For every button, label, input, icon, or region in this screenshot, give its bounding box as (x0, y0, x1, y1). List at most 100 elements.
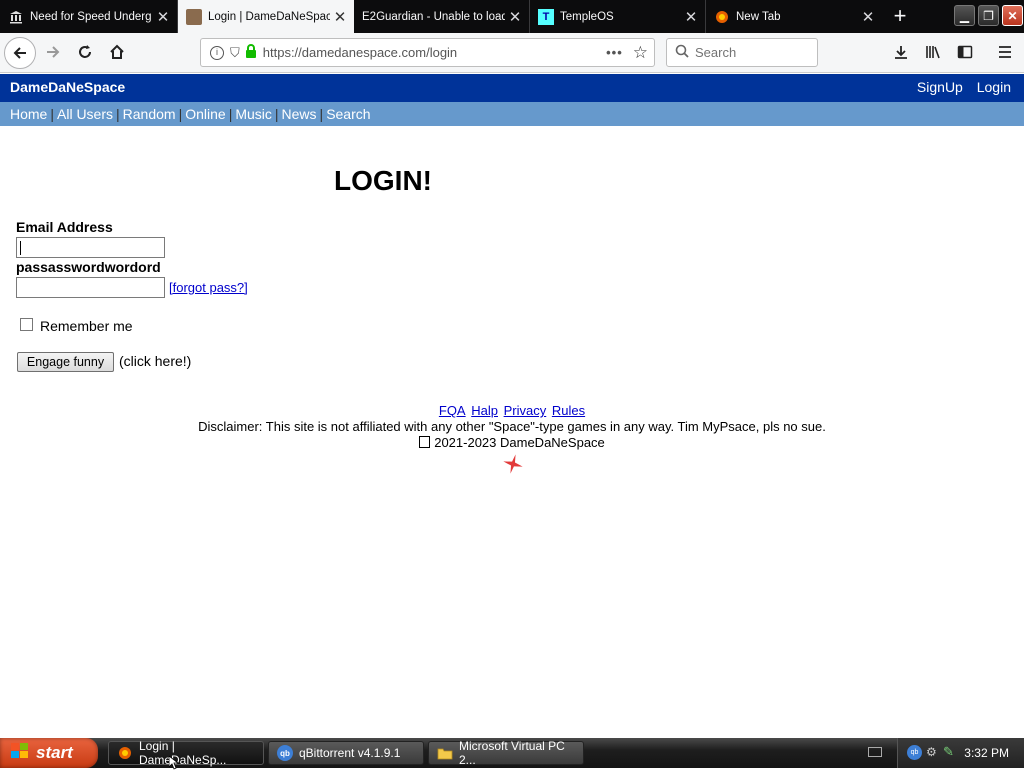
taskbar: start Login | DameDaNeSp... qb qBittorre… (0, 738, 1024, 768)
system-tray: qb ⚙ ✎ 3:32 PM (897, 738, 1024, 768)
forward-arrow-icon[interactable] (38, 37, 68, 67)
firefox-icon (714, 9, 730, 25)
tab-close-icon[interactable]: ✕ (505, 8, 525, 26)
tab-new-tab[interactable]: New Tab ✕ (706, 0, 882, 33)
url-text[interactable]: https://damedanespace.com/login (263, 45, 606, 60)
keyboard-icon[interactable] (868, 747, 882, 757)
email-label: Email Address (16, 219, 113, 235)
tab-e2guardian[interactable]: E2Guardian - Unable to load ✕ (354, 0, 530, 33)
qbittorrent-tray-icon[interactable]: qb (907, 745, 922, 760)
url-bar[interactable]: i ⛉ https://damedanespace.com/login ••• … (200, 38, 655, 67)
nav-separator: | (228, 106, 233, 122)
window-close-icon[interactable]: ✕ (1002, 5, 1023, 26)
minimize-icon[interactable]: ▁ (954, 5, 975, 26)
tab-close-icon[interactable]: ✕ (153, 8, 173, 26)
windows-logo-icon (10, 742, 30, 765)
mouse-cursor-icon (168, 755, 180, 775)
forgot-password-link[interactable]: [forgot pass?] (169, 280, 248, 295)
email-field[interactable] (16, 237, 165, 258)
nav-news[interactable]: News (282, 106, 317, 122)
start-label: start (36, 743, 73, 762)
footer-links: FQA Halp Privacy Rules (0, 403, 1024, 418)
tab-templeos[interactable]: T TempleOS ✕ (530, 0, 706, 33)
tab-title: New Tab (736, 10, 781, 23)
text-cursor (20, 241, 21, 255)
taskbar-item-virtual-pc[interactable]: Microsoft Virtual PC 2... (428, 739, 584, 767)
library-icon[interactable] (918, 37, 948, 67)
sidebar-icon[interactable] (950, 37, 980, 67)
tracking-protection-icon[interactable]: ⛉ (230, 45, 240, 61)
footer-link-rules[interactable]: Rules (552, 403, 585, 418)
site-header: DameDaNeSpace SignUp Login (0, 74, 1024, 102)
nav-random[interactable]: Random (123, 106, 176, 122)
taskbar-item-qbittorrent[interactable]: qb qBittorrent v4.1.9.1 (268, 741, 424, 765)
copyright-glyph-icon (419, 436, 431, 448)
tab-close-icon[interactable]: ✕ (858, 8, 878, 26)
page-actions-icon[interactable]: ••• (606, 45, 623, 60)
nav-search[interactable]: Search (326, 106, 370, 122)
site-logo[interactable]: DameDaNeSpace (10, 79, 125, 95)
password-label: passasswordwordord (16, 259, 161, 275)
start-button[interactable]: start (0, 738, 98, 768)
site-nav: Home | All Users | Random | Online | Music | News |… (0, 102, 1024, 126)
folder-icon (437, 745, 453, 761)
nav-separator: | (178, 106, 183, 122)
restore-icon[interactable]: ❐ (978, 5, 999, 26)
tab-title: TempleOS (560, 10, 614, 23)
download-icon[interactable] (886, 37, 916, 67)
red-star-icon (501, 452, 525, 481)
footer-link-halp[interactable]: Halp (471, 403, 498, 418)
remember-me-checkbox[interactable] (20, 318, 33, 331)
reload-icon[interactable] (70, 37, 100, 67)
tab-title: Need for Speed Underg (30, 10, 152, 23)
nav-separator: | (50, 106, 54, 122)
taskbar-item-firefox[interactable]: Login | DameDaNeSp... (108, 739, 264, 767)
nav-separator: | (116, 106, 120, 122)
copyright-text: 2021-2023 DameDaNeSpace (434, 435, 605, 450)
tab-close-icon[interactable]: ✕ (681, 8, 701, 26)
tab-title: E2Guardian - Unable to load (362, 10, 505, 23)
templeos-icon: T (538, 8, 554, 25)
qbittorrent-icon: qb (277, 745, 293, 761)
site-favicon-icon (186, 8, 202, 25)
tab-login[interactable]: Login | DameDaNeSpace ✕ (178, 0, 354, 33)
museum-icon (8, 9, 24, 25)
tab-title: Login | DameDaNeSpace (208, 10, 330, 23)
info-icon[interactable]: i (210, 45, 224, 60)
tab-need-for-speed[interactable]: Need for Speed Underg ✕ (0, 0, 178, 33)
signup-link[interactable]: SignUp (917, 79, 963, 95)
nav-online[interactable]: Online (185, 106, 225, 122)
search-placeholder: Search (695, 45, 737, 60)
volume-tray-icon[interactable]: ✎ (943, 744, 954, 760)
tab-close-icon[interactable]: ✕ (330, 8, 350, 26)
nav-separator: | (274, 106, 279, 122)
footer-link-privacy[interactable]: Privacy (504, 403, 547, 418)
back-arrow-icon[interactable] (4, 37, 36, 69)
login-link[interactable]: Login (977, 79, 1011, 95)
nav-home[interactable]: Home (10, 106, 47, 122)
search-icon (675, 44, 689, 61)
nav-music[interactable]: Music (235, 106, 272, 122)
new-tab-plus-icon[interactable]: + (888, 3, 912, 29)
clock[interactable]: 3:32 PM (964, 746, 1009, 760)
taskbar-item-label: Login | DameDaNeSp... (139, 739, 227, 767)
disclaimer: Disclaimer: This site is not affiliated … (198, 419, 826, 434)
network-tray-icon[interactable]: ⚙ (926, 745, 937, 759)
forgot-password: [forgot pass?] (169, 280, 248, 295)
home-icon[interactable] (102, 37, 132, 67)
remember-me-label[interactable]: Remember me (40, 318, 133, 334)
login-submit-button[interactable]: Engage funny (17, 352, 114, 372)
bookmark-star-icon[interactable]: ☆ (633, 43, 648, 63)
lock-icon[interactable] (245, 44, 257, 61)
taskbar-item-label: Microsoft Virtual PC 2... (459, 739, 565, 767)
footer-link-fqa[interactable]: FQA (439, 403, 466, 418)
tab-strip: Need for Speed Underg ✕ Login | DameDaNe… (0, 0, 1024, 33)
search-bar[interactable]: Search (666, 38, 818, 67)
taskbar-item-label: qBittorrent v4.1.9.1 (299, 746, 401, 760)
nav-all-users[interactable]: All Users (57, 106, 113, 122)
submit-hint: (click here!) (119, 353, 192, 369)
firefox-icon (117, 745, 133, 761)
copyright: 2021-2023 DameDaNeSpace (0, 435, 1024, 450)
menu-hamburger-icon[interactable] (990, 37, 1020, 67)
password-field[interactable] (16, 277, 165, 298)
